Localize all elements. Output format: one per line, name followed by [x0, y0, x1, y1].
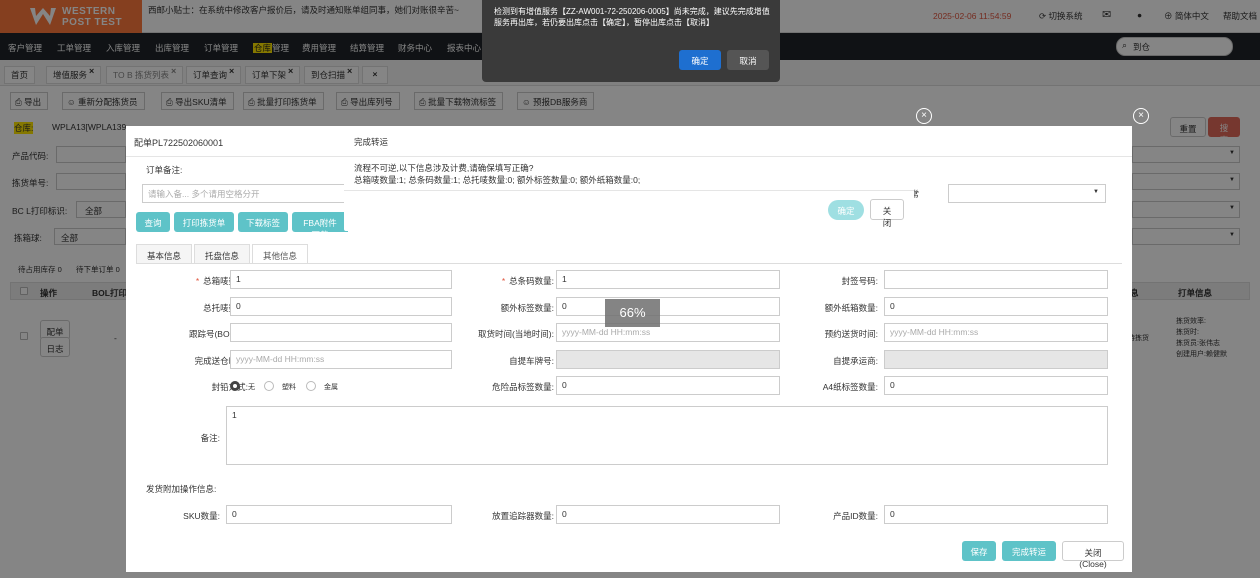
pickup-time-input[interactable]: yyyy-MM-dd HH:mm:ss	[556, 323, 780, 342]
close-modal-button[interactable]: 关闭(Close)	[1062, 541, 1124, 569]
remark-label: 备注:	[200, 433, 220, 443]
vas-warning-message: 检测到有增值服务【ZZ-AW001-72-250206-0005】尚未完成，建议…	[494, 7, 770, 27]
tab-pallet-info[interactable]: 托盘信息	[194, 244, 251, 264]
seal-type-metal-label: 金属	[324, 384, 338, 391]
tracker-count-label: 放置追踪器数量:	[492, 511, 554, 521]
order-note-input[interactable]: 请输入备... 多个请用空格分开	[142, 184, 352, 203]
seal-type-metal-radio[interactable]	[306, 381, 316, 391]
extra-box-label: 额外纸箱数量:	[824, 303, 878, 313]
tab-divider	[136, 263, 1122, 264]
close-icon[interactable]: ×	[1133, 108, 1149, 124]
vas-cancel-button[interactable]: 取消	[727, 50, 769, 70]
confirm-message: 流程不可逆,以下信息涉及计费,请确保填写正确? 总箱唛数量:1; 总条码数量:1…	[354, 162, 640, 186]
a4-label-count-label: A4纸标签数量:	[822, 382, 878, 392]
close-icon[interactable]: ×	[916, 108, 932, 124]
confirm-message-line2: 总箱唛数量:1; 总条码数量:1; 总托唛数量:0; 额外标签数量:0; 额外纸…	[354, 175, 641, 185]
carrier-label: 自提承运商:	[833, 356, 878, 366]
bol-input[interactable]	[230, 323, 452, 342]
query-button[interactable]: 查询	[136, 212, 170, 232]
a4-label-count-input[interactable]: 0	[884, 376, 1108, 395]
appointment-time-label: 预约送货时间:	[824, 329, 878, 339]
completion-time-input[interactable]: yyyy-MM-dd HH:mm:ss	[230, 350, 452, 369]
download-label-button[interactable]: 下载标签	[238, 212, 288, 232]
confirm-footer-divider	[344, 190, 914, 191]
product-id-count-input[interactable]: 0	[884, 505, 1108, 524]
confirm-close-button[interactable]: 关闭	[870, 199, 904, 228]
pickup-time-label: 取货时间(当地时间):	[477, 329, 554, 339]
dangerous-label-count-input[interactable]: 0	[556, 376, 780, 395]
appointment-time-input[interactable]: yyyy-MM-dd HH:mm:ss	[884, 323, 1108, 342]
extra-label-count-label: 额外标签数量:	[500, 303, 554, 313]
order-note-label: 订单备注:	[146, 165, 183, 175]
tab-basic-info[interactable]: 基本信息	[136, 244, 193, 264]
print-pick-list-button[interactable]: 打印拣货单	[174, 212, 234, 232]
confirm-message-line1: 流程不可逆,以下信息涉及计费,请确保填写正确?	[354, 163, 534, 173]
confirm-ok-button[interactable]: 确定	[828, 200, 864, 220]
remark-textarea[interactable]: 1	[226, 406, 1108, 465]
total-barcode-label: * 总条码数量:	[501, 276, 554, 286]
total-barcode-input[interactable]: 1	[556, 270, 780, 289]
total-pallet-input[interactable]: 0	[230, 297, 452, 316]
modal-title: 配单PL722502060001	[134, 138, 224, 148]
confirm-divider	[344, 156, 914, 157]
sku-count-label: SKU数量:	[183, 511, 220, 521]
extra-ops-label: 发货附加操作信息:	[146, 484, 217, 494]
seal-type-none-radio[interactable]	[230, 381, 240, 391]
extra-box-input[interactable]: 0	[884, 297, 1108, 316]
abnormal-select[interactable]: ▼	[948, 184, 1106, 203]
vas-warning-dialog: 检测到有增值服务【ZZ-AW001-72-250206-0005】尚未完成，建议…	[482, 0, 780, 82]
tab-other-info[interactable]: 其他信息	[252, 244, 309, 264]
dangerous-label-count-label: 危险品标签数量:	[492, 382, 554, 392]
loading-percent: 66%	[605, 299, 660, 327]
tracker-count-input[interactable]: 0	[556, 505, 780, 524]
product-id-count-label: 产品ID数量:	[833, 511, 878, 521]
vas-ok-button[interactable]: 确定	[679, 50, 721, 70]
seal-type-plastic-radio[interactable]	[264, 381, 274, 391]
seal-number-label: 封签号码:	[841, 276, 878, 286]
fba-attachment-button[interactable]: FBA附件下载	[292, 212, 348, 240]
seal-type-plastic-label: 塑料	[282, 384, 296, 391]
seal-type-none-label: 无	[248, 384, 255, 391]
plate-number-label: 自提车牌号:	[509, 356, 554, 366]
complete-transfer-button[interactable]: 完成转运	[1002, 541, 1056, 561]
sku-count-input[interactable]: 0	[226, 505, 452, 524]
carrier-input[interactable]	[884, 350, 1108, 369]
total-boxes-input[interactable]: 1	[230, 270, 452, 289]
complete-transfer-confirm-dialog: 完成转运 流程不可逆,以下信息涉及计费,请确保填写正确? 总箱唛数量:1; 总条…	[344, 126, 914, 231]
seal-number-input[interactable]	[884, 270, 1108, 289]
plate-number-input[interactable]	[556, 350, 780, 369]
save-button[interactable]: 保存	[962, 541, 996, 561]
confirm-title: 完成转运	[354, 137, 389, 147]
extra-label-count-input[interactable]: 0	[556, 297, 780, 316]
